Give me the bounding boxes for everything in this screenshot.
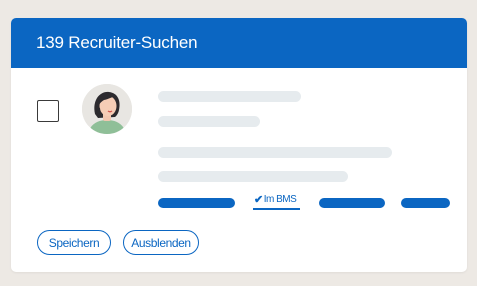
hide-button[interactable]: Ausblenden	[123, 230, 199, 255]
card-header: 139 Recruiter-Suchen	[11, 18, 467, 68]
tag-bar	[319, 198, 385, 208]
in-bms-underline	[253, 208, 300, 210]
skeleton-line	[158, 171, 348, 182]
skeleton-line	[158, 91, 301, 102]
recruiter-search-card: 139 Recruiter-Suchen ✔ Im BMS Speichern …	[11, 18, 467, 272]
tag-bar	[401, 198, 450, 208]
skeleton-line	[158, 147, 392, 158]
skeleton-line	[158, 116, 260, 127]
select-checkbox[interactable]	[37, 100, 59, 122]
card-title: 139 Recruiter-Suchen	[36, 33, 198, 52]
check-icon: ✔	[254, 194, 263, 206]
tag-bar	[158, 198, 235, 208]
person-avatar-icon	[82, 84, 132, 134]
save-button[interactable]: Speichern	[37, 230, 111, 255]
in-bms-link[interactable]: ✔ Im BMS	[254, 194, 297, 206]
in-bms-label: Im BMS	[263, 194, 297, 205]
